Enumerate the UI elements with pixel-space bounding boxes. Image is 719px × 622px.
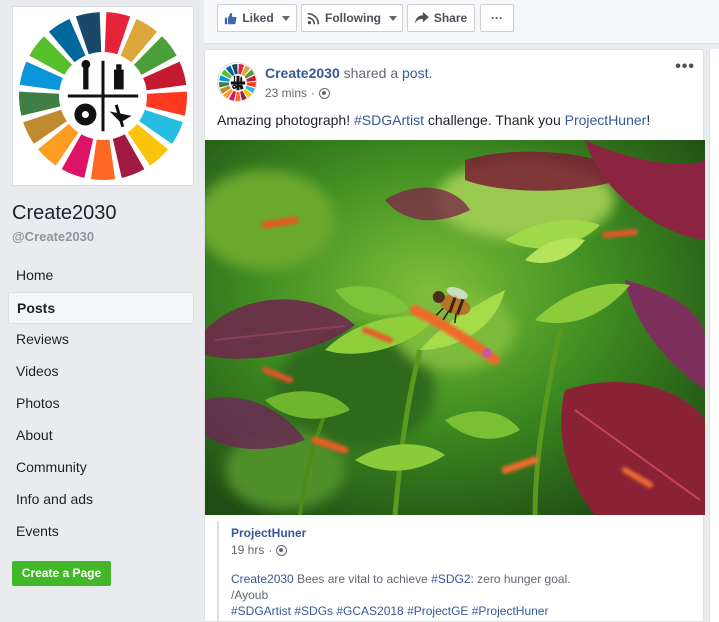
quoted-meta: 19 hrs · <box>231 543 288 557</box>
globe-icon[interactable] <box>319 87 331 99</box>
post-options-button[interactable]: ••• <box>675 58 695 76</box>
page-nav: Home Posts Reviews Videos Photos About C… <box>8 260 194 548</box>
more-icon: ··· <box>491 11 503 25</box>
profile-picture[interactable] <box>12 6 194 186</box>
following-button[interactable]: Following <box>301 4 403 32</box>
nav-item-reviews[interactable]: Reviews <box>8 324 194 356</box>
share-button[interactable]: Share <box>407 4 475 32</box>
quoted-line-1-text: Bees are vital to achieve <box>297 572 428 586</box>
quoted-sdg2-hashtag[interactable]: #SDG2 <box>431 572 470 586</box>
more-actions-button[interactable]: ··· <box>480 4 514 32</box>
wifi-rss-icon <box>307 12 320 24</box>
sdg-center-icons <box>67 59 139 132</box>
right-column-edge <box>709 49 719 622</box>
share-label: Share <box>433 11 468 25</box>
avatar[interactable] <box>217 62 257 102</box>
nav-item-photos[interactable]: Photos <box>8 388 194 420</box>
post-card: Create2030 shared a post. 23 mins · ••• … <box>204 49 705 622</box>
meta-separator: · <box>311 86 316 100</box>
nav-item-events[interactable]: Events <box>8 516 194 548</box>
quoted-post: ProjectHuner 19 hrs · Create2030 Bees ar… <box>217 521 693 621</box>
author-line: Create2030 shared a post. <box>265 65 432 81</box>
page-action-bar: Liked Following Share ··· <box>204 0 719 44</box>
quoted-separator: · <box>268 543 273 557</box>
quoted-page-link[interactable]: Create2030 <box>231 572 294 586</box>
nav-item-community[interactable]: Community <box>8 452 194 484</box>
post-text: Amazing photograph! #SDGArtist challenge… <box>217 112 650 128</box>
page-name: Create2030 <box>12 202 117 224</box>
caret-down-icon <box>389 15 397 21</box>
thumbs-up-icon <box>225 12 237 24</box>
post-mention[interactable]: ProjectHuner <box>565 112 647 128</box>
post-text-start: Amazing photograph! <box>217 112 351 128</box>
quoted-time[interactable]: 19 hrs <box>231 543 264 557</box>
post-meta: 23 mins · <box>265 86 331 100</box>
post-text-middle: challenge. Thank you <box>427 112 561 128</box>
quoted-line-2: /Ayoub <box>231 588 269 602</box>
shared-text: shared a <box>343 65 399 81</box>
nav-item-about[interactable]: About <box>8 420 194 452</box>
post-time[interactable]: 23 mins <box>265 86 307 100</box>
quoted-line-1: Create2030 Bees are vital to achieve #SD… <box>231 571 691 587</box>
sdg-wheel-segment <box>90 139 116 180</box>
caret-down-icon <box>281 15 290 21</box>
quoted-author-link[interactable]: ProjectHuner <box>231 526 306 540</box>
post-hashtag[interactable]: #SDGArtist <box>354 112 424 128</box>
sdg-wheel-avatar-icon <box>219 64 256 101</box>
nav-item-info-and-ads[interactable]: Info and ads <box>8 484 194 516</box>
liked-label: Liked <box>242 11 274 25</box>
quoted-text: Create2030 Bees are vital to achieve #SD… <box>231 571 691 619</box>
post-author-link[interactable]: Create2030 <box>265 65 340 81</box>
quoted-hashtags[interactable]: #SDGArtist #SDGs #GCAS2018 #ProjectGE #P… <box>231 603 691 619</box>
quoted-line-1-end: : zero hunger goal. <box>470 572 571 586</box>
create-page-button[interactable]: Create a Page <box>12 561 111 586</box>
nav-item-home[interactable]: Home <box>8 260 194 292</box>
share-arrow-icon <box>414 12 429 24</box>
globe-icon[interactable] <box>276 544 288 556</box>
liked-button[interactable]: Liked <box>217 4 297 32</box>
sdg-center-icons <box>230 75 246 91</box>
post-text-end: ! <box>646 112 651 128</box>
following-label: Following <box>325 11 381 25</box>
post-photo[interactable] <box>205 140 705 515</box>
bee-on-flower-photo <box>205 140 705 515</box>
left-column: Create2030 @Create2030 Home Posts Review… <box>0 0 204 622</box>
sdg-wheel-logo <box>18 12 187 180</box>
nav-item-posts[interactable]: Posts <box>8 292 194 324</box>
shared-post-link[interactable]: post. <box>402 65 432 81</box>
sdg-wheel-segment <box>235 91 241 101</box>
page-handle: @Create2030 <box>12 229 95 244</box>
nav-item-videos[interactable]: Videos <box>8 356 194 388</box>
